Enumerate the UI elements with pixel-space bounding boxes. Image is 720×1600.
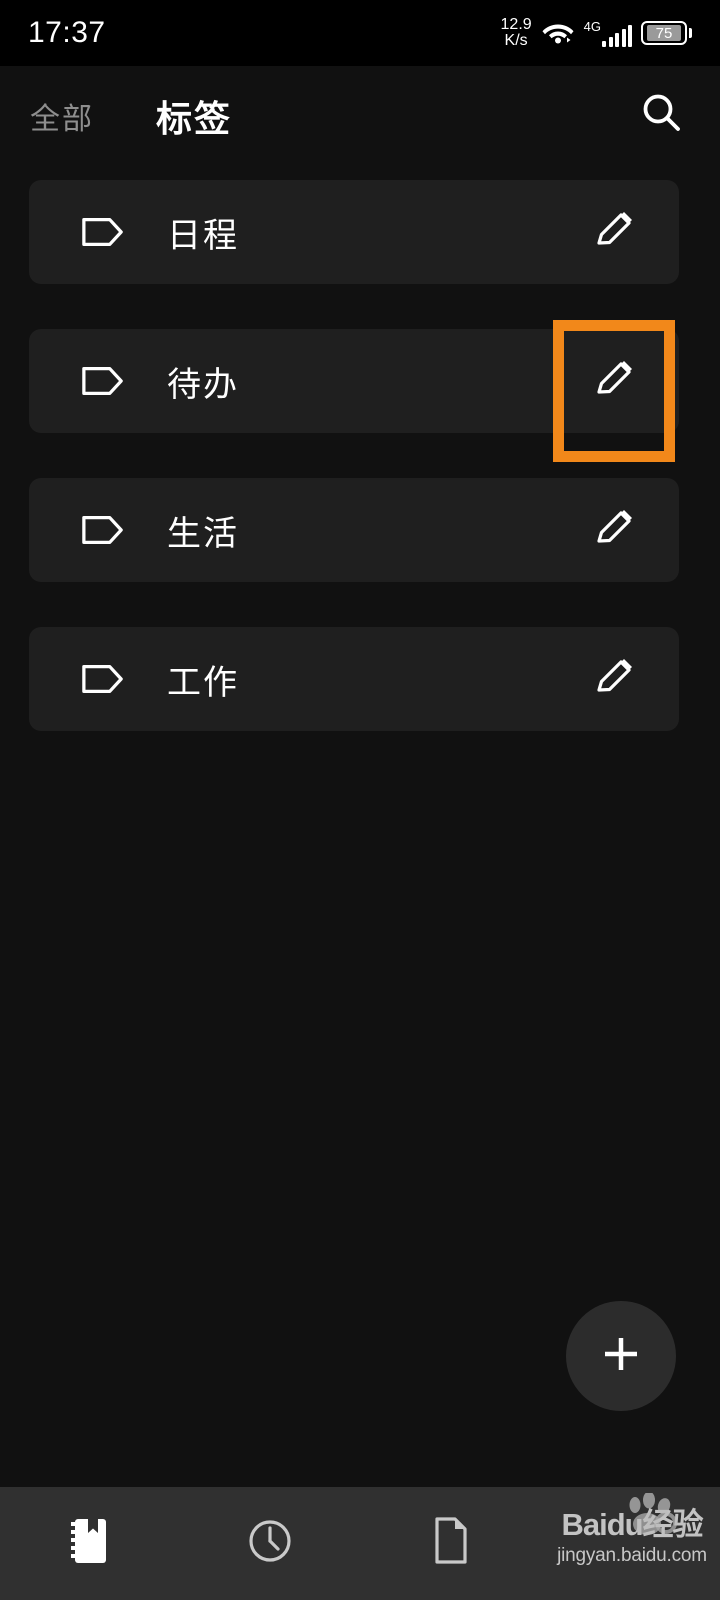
tag-label: 日程 bbox=[167, 216, 239, 255]
notebook-icon bbox=[66, 1515, 114, 1572]
plus-icon bbox=[598, 1331, 644, 1382]
status-icons: 12.9 K/s 4G 75 bbox=[501, 17, 692, 49]
edit-tag-button[interactable] bbox=[572, 488, 656, 572]
status-bar: 17:37 12.9 K/s 4G 75 bbox=[0, 0, 720, 66]
nav-item-more[interactable] bbox=[540, 1487, 720, 1600]
app-header: 全部 标签 bbox=[0, 66, 720, 166]
nav-item-recent[interactable] bbox=[180, 1487, 360, 1600]
tag-icon bbox=[81, 359, 125, 403]
tag-row[interactable]: 工作 bbox=[29, 627, 679, 731]
tag-label: 生活 bbox=[167, 514, 239, 553]
pencil-icon bbox=[591, 207, 637, 258]
pencil-icon bbox=[591, 654, 637, 705]
bottom-navigation-bar bbox=[0, 1487, 720, 1600]
nav-item-notes[interactable] bbox=[0, 1487, 180, 1600]
document-icon bbox=[428, 1515, 472, 1572]
pencil-icon bbox=[591, 505, 637, 556]
phone-screen: 17:37 12.9 K/s 4G 75 全部 标签 日程 待办 生活 工作 B… bbox=[0, 0, 720, 1600]
wifi-icon bbox=[541, 18, 575, 49]
tag-row[interactable]: 日程 bbox=[29, 180, 679, 284]
tag-row[interactable]: 待办 bbox=[29, 329, 679, 433]
tag-icon bbox=[81, 210, 125, 254]
add-tag-fab[interactable] bbox=[566, 1301, 676, 1411]
network-speed-indicator: 12.9 K/s bbox=[501, 17, 532, 49]
clock-icon bbox=[245, 1516, 295, 1571]
tag-list: 日程 待办 生活 工作 bbox=[29, 180, 679, 776]
cellular-signal-indicator: 4G bbox=[584, 20, 632, 47]
tag-label: 工作 bbox=[167, 663, 239, 702]
search-button[interactable] bbox=[630, 84, 694, 148]
tag-icon bbox=[81, 508, 125, 552]
edit-tag-button[interactable] bbox=[572, 637, 656, 721]
tag-row[interactable]: 生活 bbox=[29, 478, 679, 582]
network-speed-value: 12.9 bbox=[500, 16, 532, 33]
battery-icon: 75 bbox=[641, 21, 692, 45]
edit-tag-button[interactable] bbox=[572, 339, 656, 423]
tab-all[interactable]: 全部 bbox=[30, 94, 94, 138]
signal-bars-icon bbox=[602, 24, 632, 47]
network-type-label: 4G bbox=[583, 18, 601, 34]
battery-level-label: 75 bbox=[647, 25, 681, 42]
tab-tags[interactable]: 标签 bbox=[156, 90, 232, 142]
edit-tag-button[interactable] bbox=[572, 190, 656, 274]
pencil-icon bbox=[591, 356, 637, 407]
tag-icon bbox=[81, 657, 125, 701]
status-time: 17:37 bbox=[28, 16, 106, 49]
tag-label: 待办 bbox=[167, 365, 239, 404]
nav-item-documents[interactable] bbox=[360, 1487, 540, 1600]
search-icon bbox=[638, 90, 686, 143]
network-speed-unit: K/s bbox=[504, 32, 528, 49]
